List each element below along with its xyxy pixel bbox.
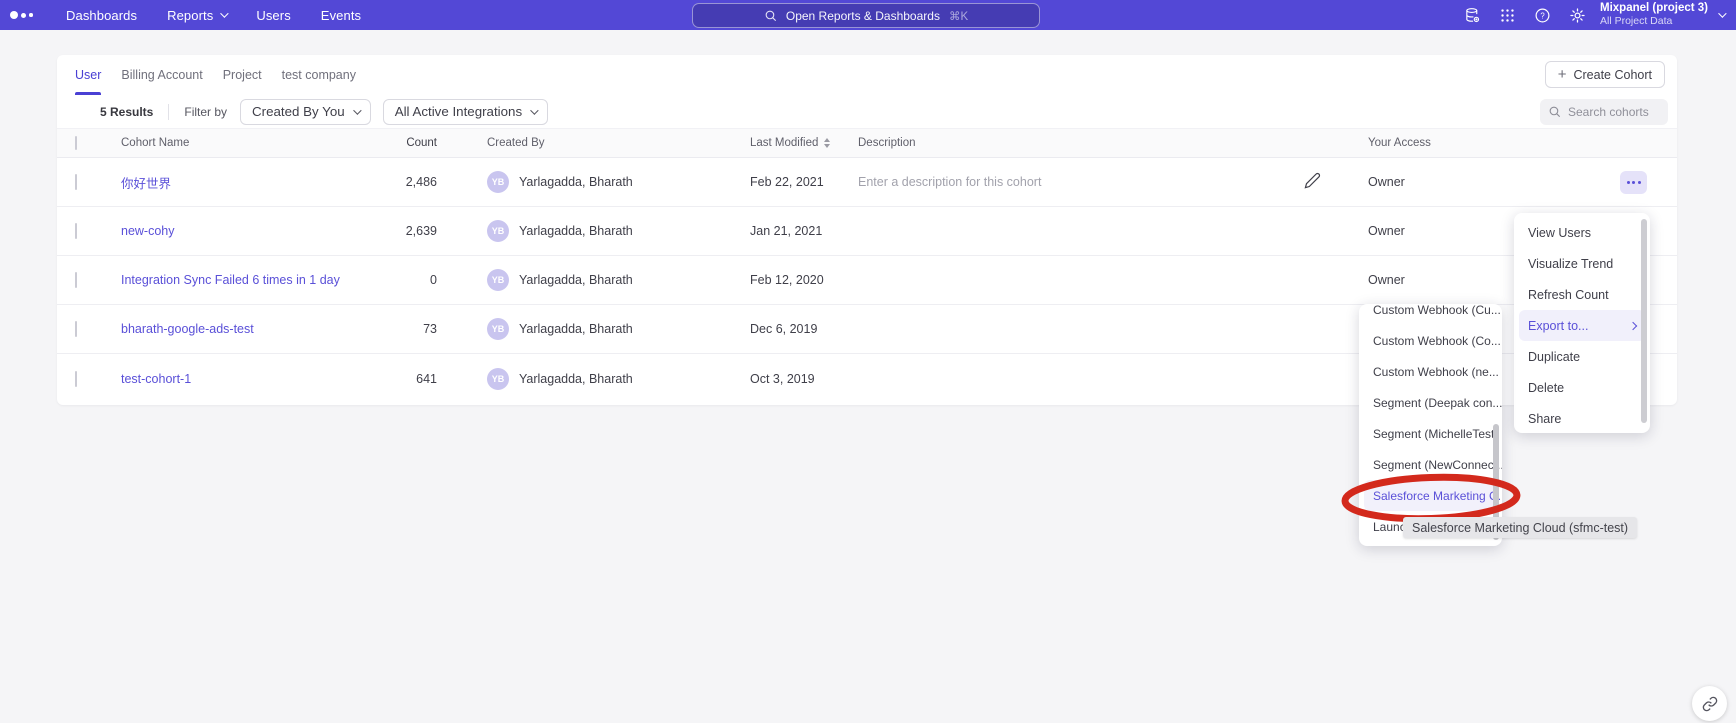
cohort-search: [1540, 99, 1668, 125]
filter-toolbar: 5 Results Filter by Created By You All A…: [57, 95, 1677, 128]
col-last-modified[interactable]: Last Modified: [750, 137, 858, 149]
nav-dashboards[interactable]: Dashboards: [66, 8, 137, 23]
cohort-name-link[interactable]: bharath-google-ads-test: [121, 322, 357, 336]
mixpanel-logo-icon[interactable]: [10, 11, 44, 19]
table-header: Cohort Name Count Created By Last Modifi…: [57, 128, 1677, 158]
menu-visualize-trend[interactable]: Visualize Trend: [1514, 248, 1650, 279]
divider: [168, 104, 169, 120]
navbar-right: ? Mixpanel (project 3) All Project Data: [1455, 0, 1730, 30]
avatar: YB: [487, 368, 509, 390]
access-value: Owner: [1340, 175, 1620, 189]
chevron-down-icon: [530, 106, 538, 114]
svg-text:?: ?: [1540, 11, 1545, 20]
submenu-item[interactable]: Custom Webhook (Cu...: [1359, 304, 1502, 325]
salesforce-tooltip: Salesforce Marketing Cloud (sfmc-test): [1403, 517, 1637, 538]
link-icon: [1702, 696, 1718, 712]
cohort-tabs: User Billing Account Project test compan…: [57, 55, 1677, 95]
tab-user[interactable]: User: [65, 55, 111, 95]
submenu-item-salesforce[interactable]: Salesforce Marketing C...: [1364, 480, 1497, 511]
menu-scrollbar[interactable]: [1641, 219, 1647, 423]
menu-delete[interactable]: Delete: [1514, 372, 1650, 403]
avatar: YB: [487, 318, 509, 340]
row-checkbox[interactable]: [75, 272, 77, 288]
copy-link-button[interactable]: [1692, 686, 1727, 721]
menu-view-users[interactable]: View Users: [1514, 217, 1650, 248]
select-all-checkbox[interactable]: [75, 136, 77, 150]
menu-duplicate[interactable]: Duplicate: [1514, 341, 1650, 372]
avatar: YB: [487, 220, 509, 242]
tab-project[interactable]: Project: [213, 55, 272, 95]
search-icon: [764, 9, 777, 22]
table-row: new-cohy 2,639 YBYarlagadda, Bharath Jan…: [57, 207, 1677, 256]
cohort-name-link[interactable]: Integration Sync Failed 6 times in 1 day: [121, 273, 357, 287]
col-created-by: Created By: [437, 137, 750, 149]
edit-pencil-icon[interactable]: [1304, 172, 1321, 189]
menu-refresh-count[interactable]: Refresh Count: [1514, 279, 1650, 310]
row-checkbox[interactable]: [75, 174, 77, 190]
create-cohort-label: Create Cohort: [1573, 68, 1652, 82]
tab-test-company[interactable]: test company: [272, 55, 366, 95]
avatar: YB: [487, 269, 509, 291]
app-window: Dashboards Reports Users Events Open Rep…: [0, 0, 1736, 723]
cohort-name-link[interactable]: new-cohy: [121, 224, 357, 238]
menu-export-to[interactable]: Export to...: [1519, 310, 1645, 341]
sort-icon[interactable]: [824, 138, 830, 148]
data-icon[interactable]: [1455, 0, 1490, 30]
nav-events[interactable]: Events: [321, 8, 361, 23]
global-search-placeholder: Open Reports & Dashboards: [786, 9, 940, 23]
top-navbar: Dashboards Reports Users Events Open Rep…: [0, 0, 1736, 30]
description-placeholder[interactable]: Enter a description for this cohort: [858, 175, 1290, 189]
cohort-name-link[interactable]: 你好世界: [121, 173, 357, 192]
created-by-filter[interactable]: Created By You: [240, 99, 371, 125]
integrations-filter[interactable]: All Active Integrations: [383, 99, 548, 125]
col-count: Count: [357, 137, 437, 149]
global-search-button[interactable]: Open Reports & Dashboards ⌘K: [692, 3, 1040, 28]
keyboard-shortcut: ⌘K: [949, 9, 968, 23]
create-cohort-button[interactable]: + Create Cohort: [1545, 61, 1665, 88]
help-icon[interactable]: ?: [1525, 0, 1560, 30]
export-submenu: Custom Webhook (Cu... Custom Webhook (Co…: [1359, 304, 1502, 546]
search-icon: [1548, 105, 1561, 118]
table-row: Integration Sync Failed 6 times in 1 day…: [57, 256, 1677, 305]
table-row: 你好世界 2,486 YBYarlagadda, Bharath Feb 22,…: [57, 158, 1677, 207]
plus-icon: +: [1558, 66, 1567, 83]
settings-gear-icon[interactable]: [1560, 0, 1595, 30]
chevron-down-icon: [353, 106, 361, 114]
chevron-down-icon[interactable]: [1718, 9, 1726, 17]
apps-grid-icon[interactable]: [1490, 0, 1525, 30]
nav-reports[interactable]: Reports: [167, 8, 226, 23]
row-actions-menu: View Users Visualize Trend Refresh Count…: [1514, 213, 1650, 433]
project-scope: All Project Data: [1600, 16, 1708, 28]
row-checkbox[interactable]: [75, 371, 77, 387]
row-checkbox[interactable]: [75, 223, 77, 239]
submenu-item[interactable]: Segment (NewConnec...: [1359, 449, 1502, 480]
row-checkbox[interactable]: [75, 321, 77, 337]
submenu-item[interactable]: Segment (MichelleTest): [1359, 418, 1502, 449]
submenu-item[interactable]: Custom Webhook (ne...: [1359, 356, 1502, 387]
col-your-access: Your Access: [1340, 137, 1620, 149]
col-description: Description: [858, 137, 1290, 149]
row-actions-button[interactable]: [1620, 171, 1647, 194]
submenu-item[interactable]: Segment (Deepak con...: [1359, 387, 1502, 418]
cohort-name-link[interactable]: test-cohort-1: [121, 372, 357, 386]
primary-nav: Dashboards Reports Users Events: [66, 8, 361, 23]
project-name: Mixpanel (project 3): [1600, 2, 1708, 15]
submenu-item[interactable]: Custom Webhook (Co...: [1359, 325, 1502, 356]
filter-by-label: Filter by: [184, 105, 227, 119]
project-switcher[interactable]: Mixpanel (project 3) All Project Data: [1600, 2, 1708, 27]
avatar: YB: [487, 171, 509, 193]
col-cohort-name: Cohort Name: [121, 137, 357, 149]
chevron-right-icon: [1629, 321, 1637, 329]
menu-share[interactable]: Share: [1514, 403, 1650, 434]
tab-billing-account[interactable]: Billing Account: [111, 55, 212, 95]
results-count: 5 Results: [100, 105, 153, 119]
nav-users[interactable]: Users: [256, 8, 290, 23]
chevron-down-icon: [221, 9, 229, 17]
